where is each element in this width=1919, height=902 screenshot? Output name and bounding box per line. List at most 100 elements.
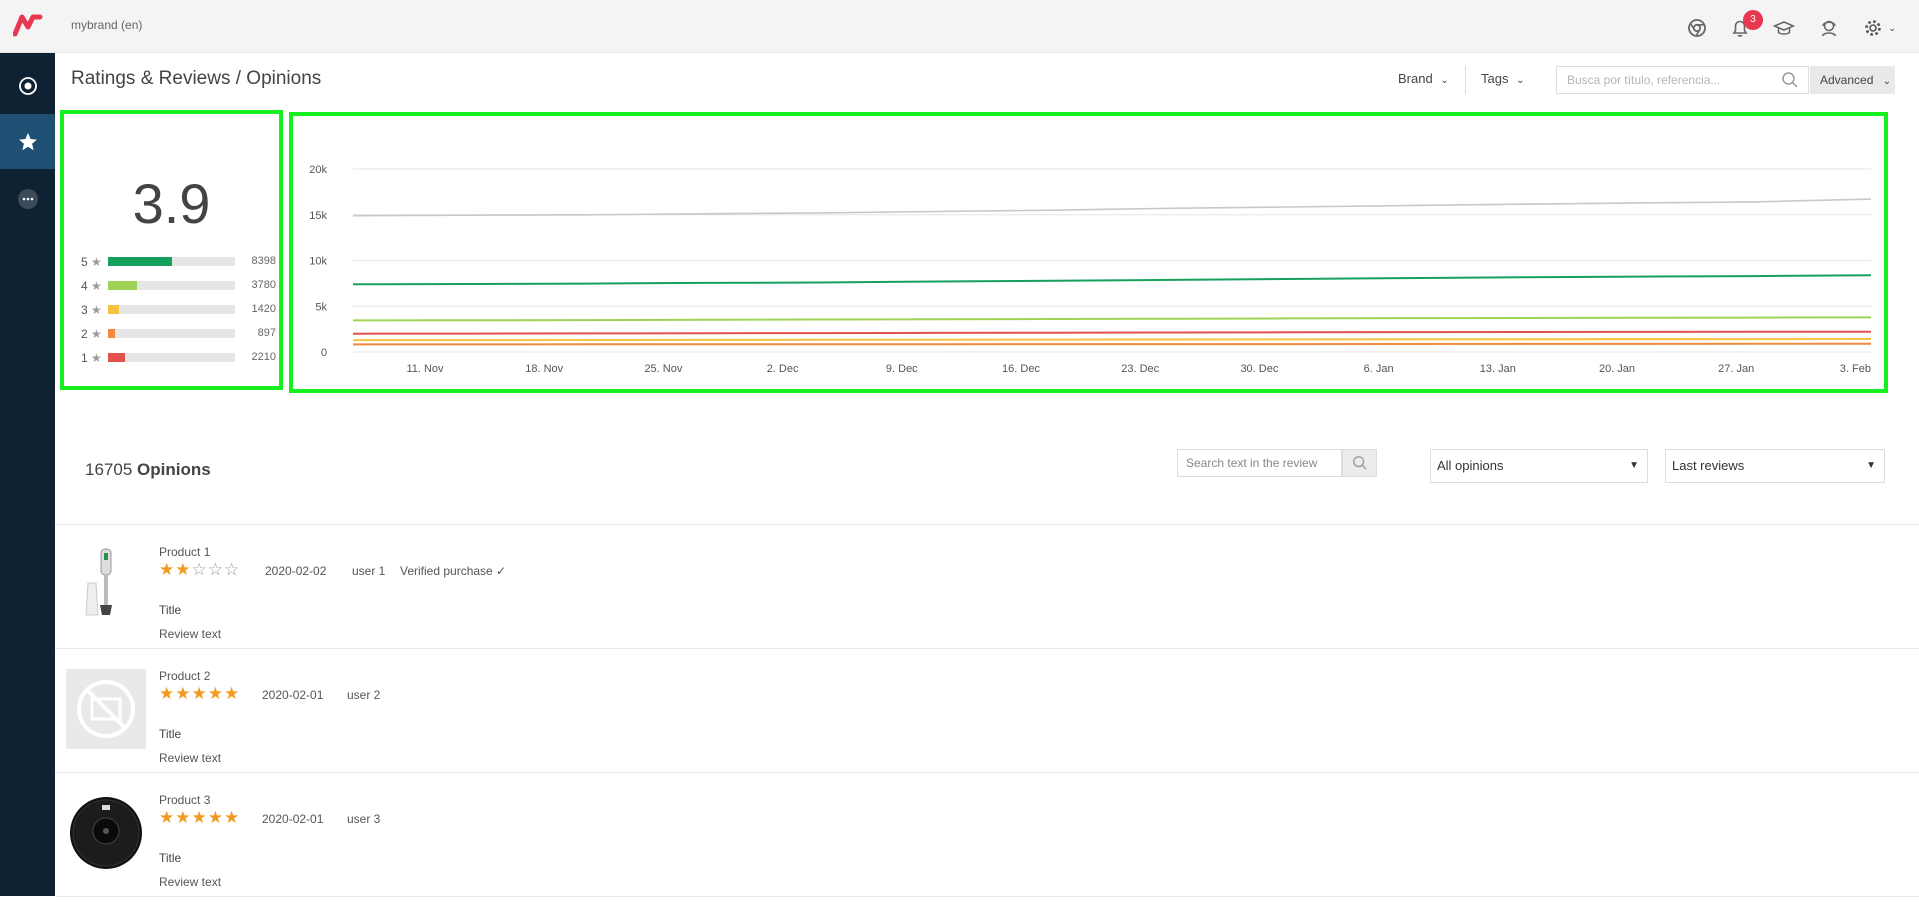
review-item[interactable]: Product 2 ★★★★★ 2020-02-01 user 2 Title Revie…	[55, 655, 1919, 778]
x-tick-label: 18. Nov	[525, 363, 563, 375]
review-user: user 3	[347, 812, 381, 826]
product-thumbnail[interactable]	[66, 545, 146, 625]
review-user: user 1	[352, 564, 386, 578]
review-search-input[interactable]	[1177, 449, 1342, 477]
filter-divider	[1465, 66, 1466, 94]
star-filled-icon: ★	[191, 808, 208, 827]
star-filled-icon: ★	[159, 560, 176, 579]
opinions-filter-value: All opinions	[1437, 458, 1504, 473]
product-name[interactable]: Product 2	[159, 669, 210, 683]
verified-purchase: Verified purchase ✓	[400, 564, 507, 578]
sort-value: Last reviews	[1672, 458, 1745, 473]
rating-distribution-row: 3 ★ 1420	[81, 302, 276, 318]
advanced-label: Advanced	[1820, 73, 1874, 87]
star-icon: ★	[91, 327, 102, 341]
star-icon: ★	[91, 255, 102, 269]
y-tick-label: 5k	[315, 301, 327, 313]
distribution-bar-fill	[108, 353, 125, 362]
chrome-icon[interactable]	[1686, 17, 1708, 39]
rating-distribution-row: 1 ★ 2210	[81, 350, 276, 366]
star-icon: ★	[91, 303, 102, 317]
x-tick-label: 11. Nov	[406, 363, 444, 375]
star-level: 3	[81, 303, 88, 317]
x-tick-label: 25. Nov	[644, 363, 682, 375]
review-item[interactable]: Product 1 ★★☆☆☆ 2020-02-02 user 1 Verified p…	[55, 531, 1919, 654]
star-count: 1420	[251, 303, 276, 315]
target-icon	[18, 76, 37, 95]
star-empty-icon: ☆	[191, 560, 208, 579]
x-tick-label: 23. Dec	[1121, 363, 1159, 375]
review-rating: ★★☆☆☆	[159, 560, 240, 580]
review-rating: ★★★★★	[159, 684, 240, 704]
x-tick-label: 30. Dec	[1240, 363, 1278, 375]
star-filled-icon: ★	[159, 684, 176, 703]
review-date: 2020-02-01	[262, 688, 324, 702]
star-filled-icon: ★	[224, 684, 241, 703]
page-title: Ratings & Reviews / Opinions	[71, 68, 322, 89]
series-line	[352, 274, 1872, 286]
review-search-button[interactable]	[1342, 449, 1377, 477]
review-rating: ★★★★★	[159, 808, 240, 828]
product-name[interactable]: Product 3	[159, 793, 210, 807]
series-line	[352, 316, 1872, 322]
review-divider	[55, 772, 1919, 773]
rating-distribution-row: 5 ★ 8398	[81, 254, 276, 270]
caret-down-icon: ▼	[1629, 460, 1639, 471]
star-filled-icon: ★	[191, 684, 208, 703]
tags-filter-dropdown[interactable]: Tags ⌄	[1481, 71, 1524, 86]
review-divider	[55, 648, 1919, 649]
x-tick-label: 2. Dec	[767, 363, 799, 375]
chevron-down-icon: ⌄	[1882, 76, 1892, 87]
star-filled-icon: ★	[175, 808, 192, 827]
average-rating: 3.9	[132, 172, 211, 235]
star-filled-icon: ★	[207, 684, 224, 703]
sidebar-item-ratings[interactable]	[0, 114, 55, 169]
opinions-count-label: Opinions	[137, 460, 211, 479]
review-date: 2020-02-01	[262, 812, 324, 826]
opinions-filter-select[interactable]: All opinions ▼	[1430, 449, 1648, 483]
sidebar-item-dashboard[interactable]	[0, 58, 55, 113]
sidebar-item-more[interactable]	[0, 171, 55, 226]
review-text: Review text	[159, 875, 222, 889]
series-line	[352, 198, 1872, 217]
x-tick-label: 27. Jan	[1718, 363, 1754, 375]
search-icon[interactable]	[1781, 71, 1799, 89]
review-title: Title	[159, 851, 182, 865]
advanced-search-button[interactable]: Advanced ⌄	[1810, 66, 1895, 94]
review-item[interactable]: Product 3 ★★★★★ 2020-02-01 user 3 Title Revie…	[55, 779, 1919, 902]
star-icon: ★	[91, 351, 102, 365]
search-input[interactable]	[1556, 66, 1809, 94]
brand-name[interactable]: mybrand (en)	[71, 18, 142, 32]
opinions-count: 16705 Opinions	[85, 460, 211, 480]
star-count: 3780	[251, 279, 276, 291]
chevron-down-icon[interactable]: ⌄	[1888, 23, 1896, 34]
caret-down-icon: ▼	[1866, 460, 1876, 471]
star-level: 2	[81, 327, 88, 341]
logo-icon[interactable]	[13, 13, 45, 37]
ratings-chart-panel: 0 5k 10k 15k 20k 11. Nov 18. Nov 25. Nov 2. Dec 9…	[289, 112, 1888, 393]
gear-icon[interactable]	[1862, 17, 1884, 39]
distribution-bar-fill	[108, 257, 172, 266]
star-icon	[18, 132, 37, 150]
product-name[interactable]: Product 1	[159, 545, 210, 559]
x-tick-label: 16. Dec	[1002, 363, 1040, 375]
star-count: 2210	[251, 351, 276, 363]
product-thumbnail-placeholder[interactable]	[66, 669, 146, 749]
distribution-bar-track	[108, 281, 235, 290]
star-level: 5	[81, 255, 88, 269]
support-agent-icon[interactable]	[1818, 17, 1840, 39]
rating-distribution-row: 4 ★ 3780	[81, 278, 276, 294]
review-text: Review text	[159, 627, 222, 641]
star-level: 1	[81, 351, 88, 365]
distribution-bar-fill	[108, 281, 138, 290]
star-empty-icon: ☆	[224, 560, 241, 579]
chevron-down-icon: ⌄	[1440, 75, 1449, 86]
y-tick-label: 0	[321, 347, 327, 359]
tags-filter-label: Tags	[1481, 71, 1509, 86]
sort-select[interactable]: Last reviews ▼	[1665, 449, 1885, 483]
series-line	[353, 342, 1871, 346]
brand-filter-dropdown[interactable]: Brand ⌄	[1398, 71, 1449, 86]
review-title: Title	[159, 603, 182, 617]
graduation-cap-icon[interactable]	[1773, 17, 1795, 39]
product-thumbnail[interactable]	[66, 793, 146, 873]
